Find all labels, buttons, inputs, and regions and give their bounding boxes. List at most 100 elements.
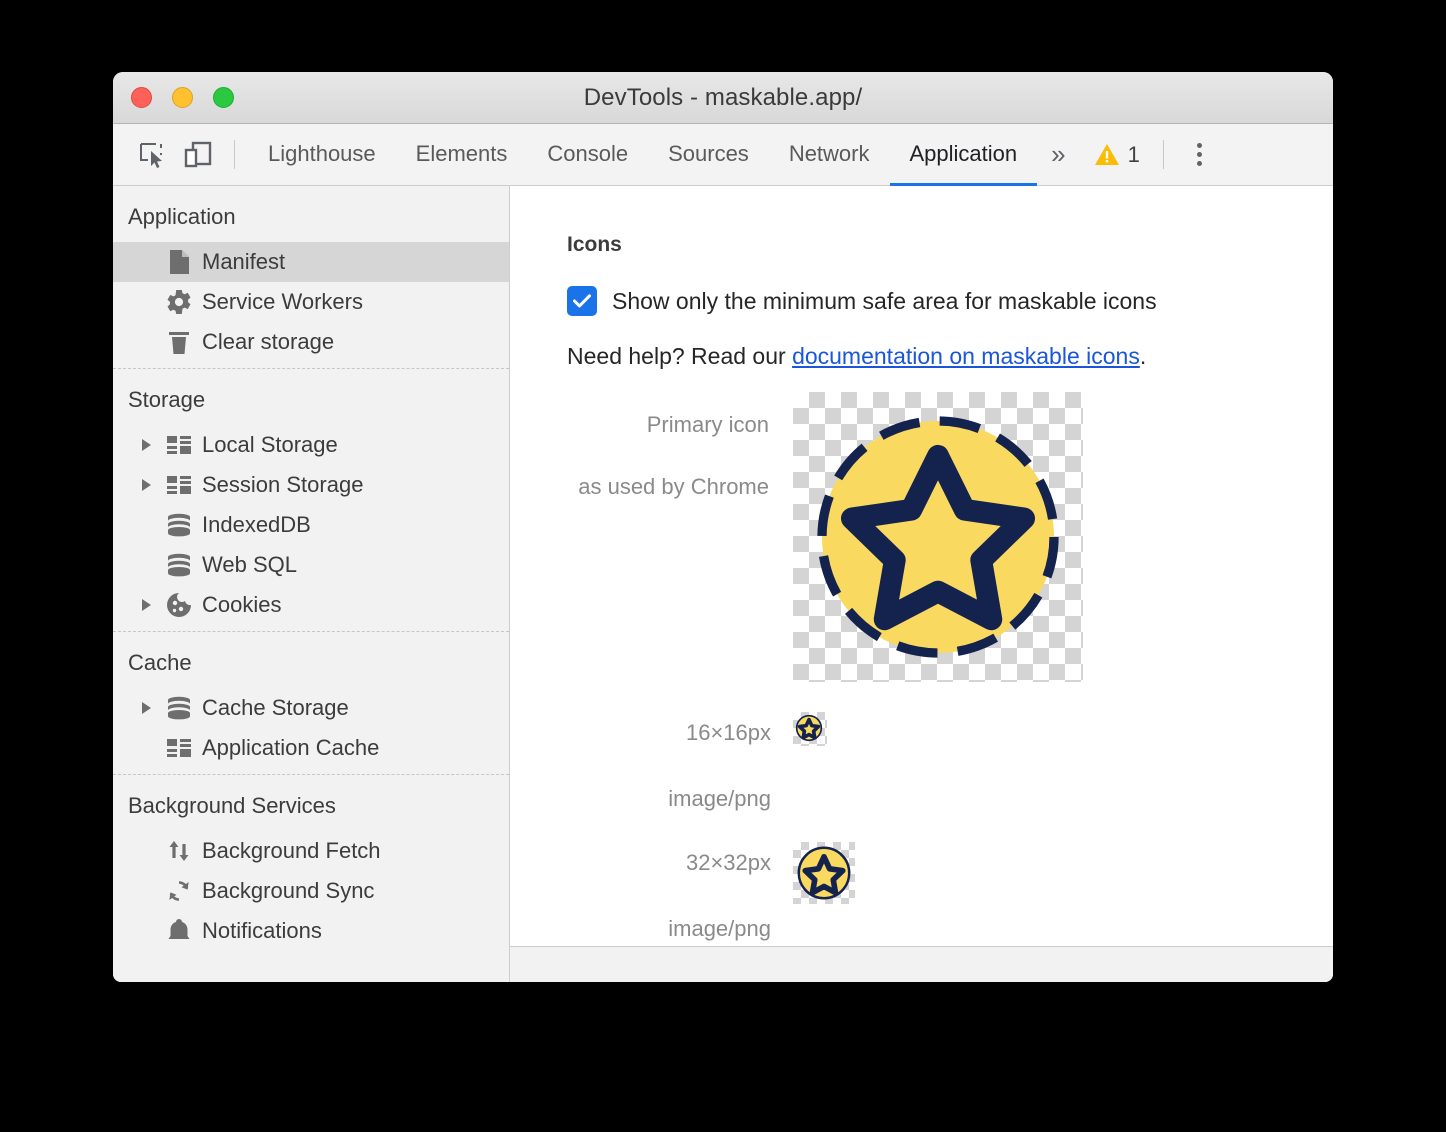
- sidebar-item-label: Service Workers: [196, 289, 363, 315]
- tab-network[interactable]: Network: [769, 124, 890, 186]
- icon-row-16: 16×16px image/png: [567, 712, 1333, 812]
- sidebar-item-label: Cache Storage: [196, 695, 349, 721]
- expand-arrow-icon[interactable]: [142, 439, 162, 451]
- more-vertical-icon: [1197, 143, 1202, 166]
- application-sidebar: Application Manifest Service Workers: [113, 186, 510, 982]
- table-icon: [162, 434, 196, 456]
- bell-icon: [162, 918, 196, 944]
- sidebar-item-local-storage[interactable]: Local Storage: [113, 425, 509, 465]
- expand-arrow-icon[interactable]: [142, 702, 162, 714]
- icon-size-label: 16×16px: [567, 712, 771, 746]
- expand-arrow-icon[interactable]: [142, 479, 162, 491]
- icon-preview-16[interactable]: [793, 712, 827, 746]
- devtools-body: Application Manifest Service Workers: [113, 186, 1333, 982]
- tab-application[interactable]: Application: [890, 124, 1038, 186]
- sidebar-item-label: IndexedDB: [196, 512, 311, 538]
- maskable-star-icon-32: [796, 845, 852, 901]
- help-suffix: .: [1140, 343, 1146, 369]
- sidebar-item-background-sync[interactable]: Background Sync: [113, 871, 509, 911]
- maskable-safe-area-checkbox[interactable]: [567, 286, 597, 316]
- icon-mime-label: image/png: [567, 746, 771, 812]
- database-icon: [162, 513, 196, 537]
- sidebar-item-web-sql[interactable]: Web SQL: [113, 545, 509, 585]
- primary-icon-preview[interactable]: [793, 392, 1083, 682]
- window-titlebar: DevTools - maskable.app/: [113, 72, 1333, 124]
- warning-indicator[interactable]: 1: [1080, 124, 1150, 185]
- tab-label: Network: [789, 141, 870, 167]
- inspect-cursor-icon: [139, 142, 165, 168]
- sidebar-header-cache: Cache: [113, 632, 509, 688]
- sidebar-item-label: Application Cache: [196, 735, 379, 761]
- minimize-window-button[interactable]: [172, 87, 193, 108]
- gear-icon: [162, 289, 196, 315]
- sidebar-header-application: Application: [113, 186, 509, 242]
- devtools-main-menu-button[interactable]: [1177, 124, 1223, 185]
- sidebar-item-session-storage[interactable]: Session Storage: [113, 465, 509, 505]
- sidebar-item-background-fetch[interactable]: Background Fetch: [113, 831, 509, 871]
- icon-size-label: 32×32px: [567, 842, 771, 876]
- sidebar-item-clear-storage[interactable]: Clear storage: [113, 322, 509, 362]
- tab-elements[interactable]: Elements: [396, 124, 528, 186]
- tab-label: Lighthouse: [268, 141, 376, 167]
- sidebar-item-label: Background Fetch: [196, 838, 381, 864]
- sidebar-section-background-services: Background Services Background Fetch Bac…: [113, 774, 509, 957]
- toolbar-divider: [234, 140, 235, 169]
- manifest-panel: Icons Show only the minimum safe area fo…: [510, 186, 1333, 982]
- tab-sources[interactable]: Sources: [648, 124, 769, 186]
- database-icon: [162, 696, 196, 720]
- toolbar-divider-2: [1163, 140, 1164, 169]
- up-down-arrows-icon: [162, 838, 196, 864]
- sidebar-header-background-services: Background Services: [113, 775, 509, 831]
- icon-16-labels: 16×16px image/png: [567, 712, 793, 812]
- database-icon: [162, 553, 196, 577]
- expand-arrow-icon[interactable]: [142, 599, 162, 611]
- tab-label: Elements: [416, 141, 508, 167]
- content-footer: [510, 947, 1333, 982]
- trash-icon: [162, 329, 196, 355]
- sidebar-item-manifest[interactable]: Manifest: [113, 242, 509, 282]
- maskable-safe-area-label: Show only the minimum safe area for mask…: [612, 288, 1157, 315]
- sidebar-item-label: Cookies: [196, 592, 281, 618]
- sidebar-item-cookies[interactable]: Cookies: [113, 585, 509, 625]
- sidebar-item-cache-storage[interactable]: Cache Storage: [113, 688, 509, 728]
- icon-mime-label: image/png: [567, 876, 771, 942]
- more-tabs-button[interactable]: »: [1037, 124, 1079, 185]
- sidebar-item-service-workers[interactable]: Service Workers: [113, 282, 509, 322]
- sidebar-item-label: Local Storage: [196, 432, 338, 458]
- toggle-device-toolbar-button[interactable]: [175, 124, 221, 185]
- sidebar-item-label: Manifest: [196, 249, 285, 275]
- device-toolbar-icon: [184, 141, 212, 169]
- icon-row-32: 32×32px image/png: [567, 842, 1333, 942]
- sidebar-item-notifications[interactable]: Notifications: [113, 911, 509, 951]
- primary-icon-label-line2: as used by Chrome: [567, 438, 769, 500]
- tab-label: Sources: [668, 141, 749, 167]
- sidebar-item-label: Web SQL: [196, 552, 297, 578]
- sidebar-item-application-cache[interactable]: Application Cache: [113, 728, 509, 768]
- sidebar-item-label: Clear storage: [196, 329, 334, 355]
- devtools-window: DevTools - maskable.app/ Lighthouse Elem…: [113, 72, 1333, 982]
- inspect-element-button[interactable]: [129, 124, 175, 185]
- primary-icon-row: Primary icon as used by Chrome: [567, 392, 1333, 682]
- tab-lighthouse[interactable]: Lighthouse: [248, 124, 396, 186]
- sync-icon: [162, 878, 196, 904]
- maskable-safe-area-checkbox-row[interactable]: Show only the minimum safe area for mask…: [567, 286, 1333, 316]
- window-title: DevTools - maskable.app/: [113, 84, 1333, 112]
- primary-icon-label-line1: Primary icon: [567, 392, 769, 438]
- panel-tabs: Lighthouse Elements Console Sources Netw…: [248, 124, 1037, 185]
- icon-preview-32[interactable]: [793, 842, 855, 904]
- close-window-button[interactable]: [131, 87, 152, 108]
- maskable-docs-link[interactable]: documentation on maskable icons: [792, 343, 1140, 369]
- sidebar-item-label: Background Sync: [196, 878, 374, 904]
- cookie-icon: [162, 592, 196, 618]
- sidebar-item-indexeddb[interactable]: IndexedDB: [113, 505, 509, 545]
- help-text: Need help? Read our documentation on mas…: [567, 343, 1333, 370]
- warning-count: 1: [1128, 142, 1140, 168]
- table-icon: [162, 474, 196, 496]
- maskable-star-icon-16: [795, 714, 823, 742]
- icon-32-labels: 32×32px image/png: [567, 842, 793, 942]
- tab-console[interactable]: Console: [527, 124, 648, 186]
- maximize-window-button[interactable]: [213, 87, 234, 108]
- tab-label: Console: [547, 141, 628, 167]
- warning-triangle-icon: [1094, 143, 1120, 167]
- primary-icon-labels: Primary icon as used by Chrome: [567, 392, 793, 500]
